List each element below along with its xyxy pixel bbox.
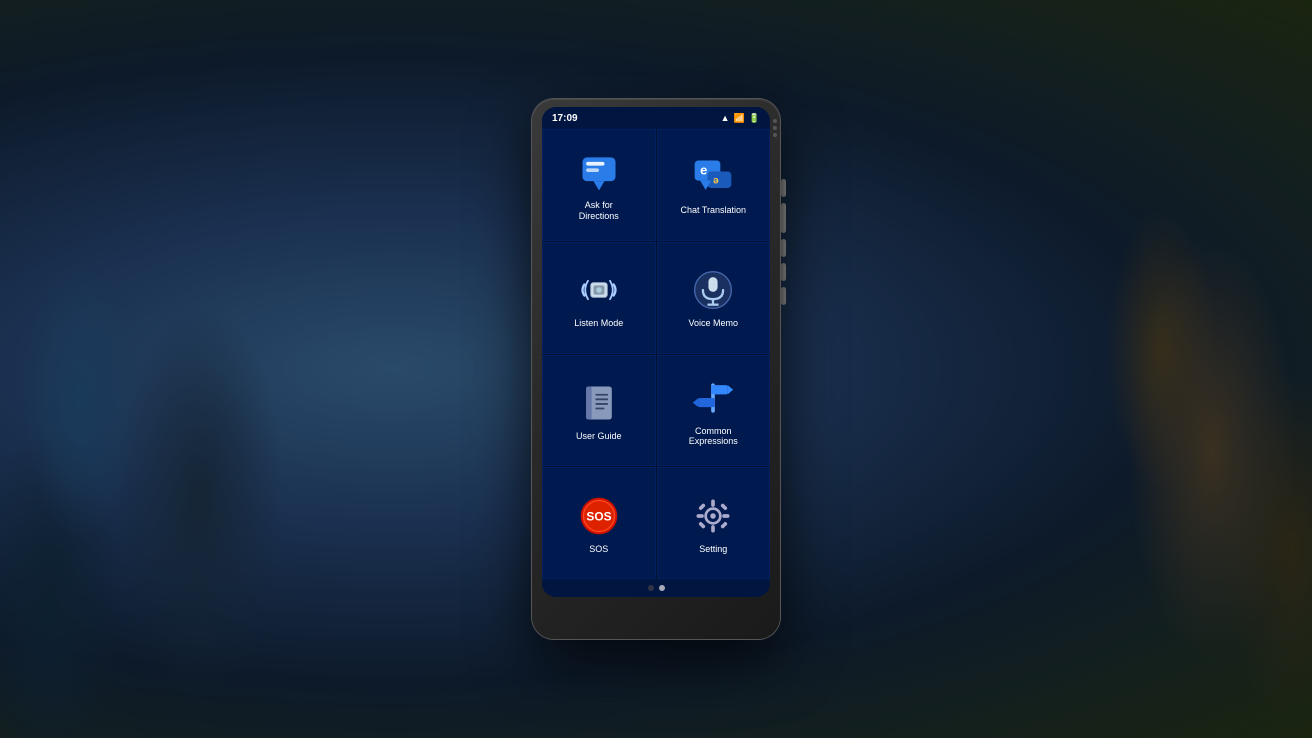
speaker-dot (773, 119, 777, 123)
app-sos[interactable]: SOS SOS (542, 467, 656, 579)
voice-memo-label: Voice Memo (688, 318, 738, 329)
side-buttons (781, 179, 786, 305)
side-button-1[interactable] (781, 179, 786, 197)
common-expressions-label: Common Expressions (689, 426, 738, 448)
page-dot-1[interactable] (648, 585, 654, 591)
app-listen-mode[interactable]: Listen Mode (542, 242, 656, 354)
app-ask-for-directions[interactable]: Ask for Directions (542, 129, 656, 241)
common-expressions-icon (689, 374, 737, 422)
user-guide-label: User Guide (576, 431, 622, 442)
listen-mode-icon (575, 266, 623, 314)
sos-label: SOS (589, 544, 608, 555)
speaker-dot (773, 133, 777, 137)
page-indicator (542, 579, 770, 597)
trees-left-decoration (0, 0, 500, 738)
app-user-guide[interactable]: User Guide (542, 355, 656, 467)
sos-icon: SOS (575, 492, 623, 540)
svg-text:ə: ə (713, 176, 719, 187)
svg-text:SOS: SOS (586, 509, 611, 523)
wifi-icon: ▲ (721, 113, 730, 123)
chat-translation-icon: e ə (689, 153, 737, 201)
voice-memo-icon (689, 266, 737, 314)
ask-for-directions-icon (575, 148, 623, 196)
status-bar: 17:09 ▲ 📶 🔋 (542, 107, 770, 129)
page-dot-2[interactable] (659, 585, 665, 591)
setting-label: Setting (699, 544, 727, 555)
svg-text:e: e (700, 163, 707, 178)
screen-container: 17:09 ▲ 📶 🔋 (542, 107, 770, 597)
screen: 17:09 ▲ 📶 🔋 (542, 107, 770, 597)
listen-mode-label: Listen Mode (574, 318, 623, 329)
chat-translation-label: Chat Translation (680, 205, 746, 216)
status-icons: ▲ 📶 🔋 (721, 113, 760, 124)
app-setting[interactable]: Setting (657, 467, 771, 579)
signal-icon: 📶 (734, 113, 745, 124)
ask-for-directions-label: Ask for Directions (579, 200, 619, 222)
speaker-dot (773, 126, 777, 130)
app-chat-translation[interactable]: e ə Chat Translation (657, 129, 771, 241)
app-grid: Ask for Directions e ə (542, 129, 770, 579)
side-button-5[interactable] (781, 287, 786, 305)
app-voice-memo[interactable]: Voice Memo (657, 242, 771, 354)
status-time: 17:09 (552, 113, 578, 124)
battery-icon: 🔋 (749, 113, 760, 124)
user-guide-icon (575, 379, 623, 427)
app-common-expressions[interactable]: Common Expressions (657, 355, 771, 467)
side-button-3[interactable] (781, 239, 786, 257)
side-button-2[interactable] (781, 203, 786, 233)
side-button-4[interactable] (781, 263, 786, 281)
setting-icon (689, 492, 737, 540)
device: 17:09 ▲ 📶 🔋 (532, 99, 780, 639)
trees-right-decoration (812, 0, 1312, 738)
